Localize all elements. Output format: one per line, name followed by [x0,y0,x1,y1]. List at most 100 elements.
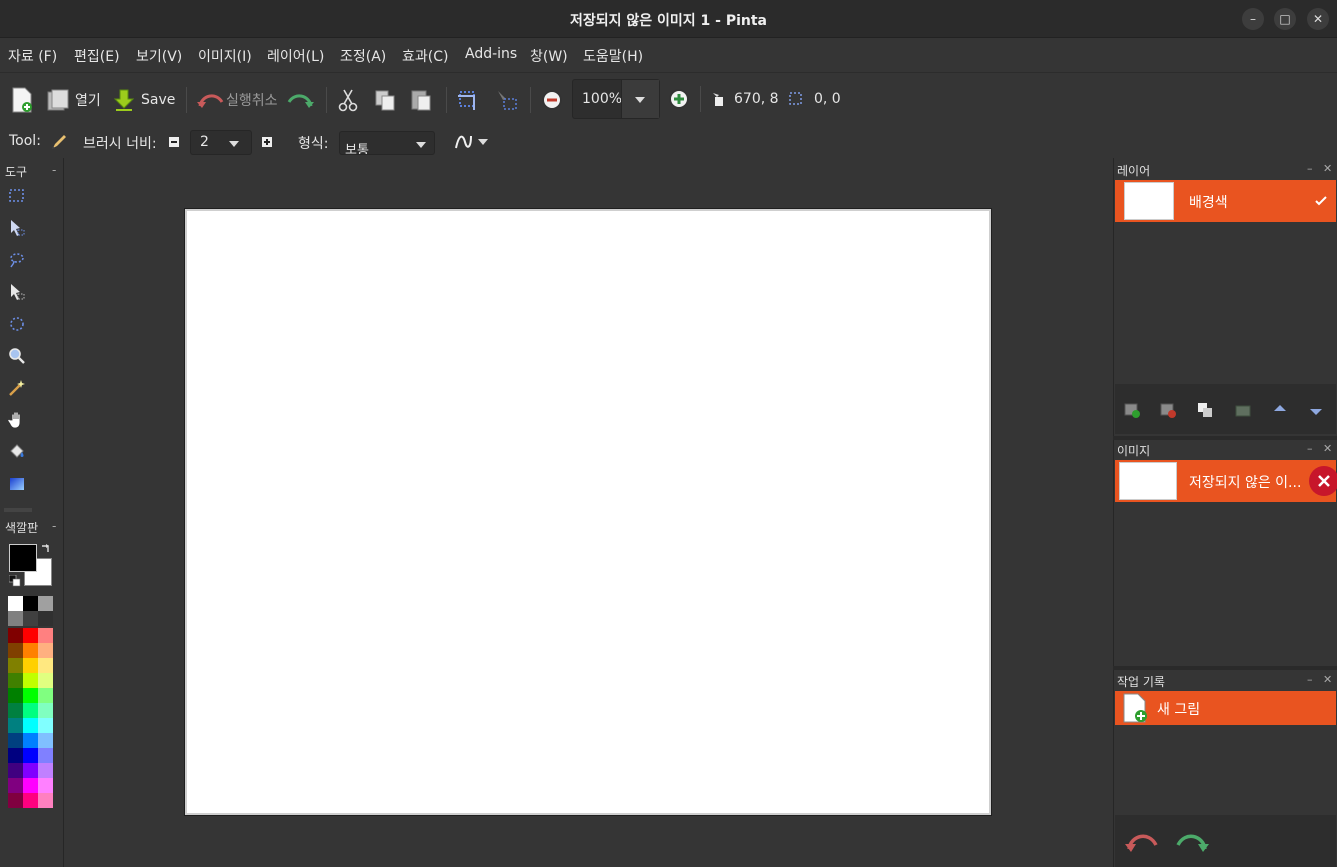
images-panel-close[interactable]: ✕ [1323,442,1332,455]
palette-swatch[interactable] [8,673,23,688]
paste-button[interactable] [410,85,432,115]
cut-button[interactable] [338,85,358,115]
save-button[interactable]: Save [114,85,175,115]
new-image-button[interactable] [11,85,33,115]
tool-button[interactable] [7,378,27,398]
open-button[interactable]: 열기 [46,85,101,115]
deselect-button[interactable] [495,85,519,115]
palette-swatch[interactable] [8,643,23,658]
palette-swatch[interactable] [23,793,38,808]
palette-swatch[interactable] [8,658,23,673]
palette-swatch[interactable] [23,748,38,763]
tool-button[interactable] [7,282,27,302]
layer-visibility-checkbox[interactable] [1312,192,1330,210]
palette-swatch[interactable] [23,703,38,718]
brush-width-decrease-button[interactable] [167,130,181,154]
history-panel-minimize[interactable]: – [1307,673,1313,686]
palette-swatch[interactable] [23,596,38,611]
tool-button[interactable] [7,218,27,238]
reset-colors-icon[interactable] [9,575,21,587]
menu-view[interactable]: 보기(V) [136,46,182,66]
palette-swatch[interactable] [8,628,23,643]
palette-swatch[interactable] [38,643,53,658]
delete-layer-icon[interactable] [1159,401,1177,419]
antialiasing-dropdown[interactable] [453,130,493,154]
palette-swatch[interactable] [23,778,38,793]
tool-button[interactable] [7,474,27,494]
move-layer-down-icon[interactable] [1307,401,1325,419]
palette-swatch[interactable] [38,611,53,626]
menu-help[interactable]: 도움말(H) [583,46,643,66]
close-window-button[interactable]: ✕ [1307,8,1329,30]
tool-button[interactable] [7,314,27,334]
tool-button[interactable] [7,442,27,462]
menu-addins[interactable]: Add-ins [465,46,517,62]
layers-panel-close[interactable]: ✕ [1323,162,1332,175]
history-redo-icon[interactable] [1175,829,1211,853]
menu-effects[interactable]: 효과(C) [402,46,448,66]
menu-file[interactable]: 자료 (F) [8,46,57,66]
palette-swatch[interactable] [23,628,38,643]
palette-swatch[interactable] [38,628,53,643]
tool-button[interactable] [7,186,27,206]
history-panel-close[interactable]: ✕ [1323,673,1332,686]
palette-swatch[interactable] [8,596,23,611]
palette-swatch[interactable] [38,596,53,611]
swap-colors-icon[interactable] [40,544,51,555]
image-row[interactable]: 저장되지 않은 이... [1115,460,1337,502]
palette-swatch[interactable] [23,643,38,658]
palette-swatch[interactable] [8,778,23,793]
merge-layer-icon[interactable] [1234,401,1252,419]
tools-panel-collapse[interactable]: - [52,163,56,177]
layer-row[interactable]: 배경색 [1115,180,1336,222]
zoom-dropdown-button[interactable] [621,80,659,118]
palette-swatch[interactable] [23,673,38,688]
paintbrush-icon[interactable] [49,132,69,152]
palette-swatch[interactable] [8,718,23,733]
brush-width-increase-button[interactable] [260,130,274,154]
menu-edit[interactable]: 편집(E) [74,46,120,66]
menu-image[interactable]: 이미지(I) [198,46,252,66]
palette-swatch[interactable] [38,673,53,688]
palette-swatch[interactable] [8,748,23,763]
zoom-combo[interactable]: 100% [572,79,660,119]
image-canvas[interactable] [184,208,992,816]
history-undo-icon[interactable] [1123,829,1159,853]
palette-swatch[interactable] [38,688,53,703]
palette-swatch[interactable] [38,763,53,778]
tool-button[interactable] [7,410,27,430]
copy-button[interactable] [374,85,396,115]
images-panel-minimize[interactable]: – [1307,442,1313,455]
palette-swatch[interactable] [38,658,53,673]
maximize-button[interactable]: □ [1274,8,1296,30]
palette-swatch[interactable] [38,703,53,718]
palette-swatch[interactable] [38,793,53,808]
palette-swatch[interactable] [38,778,53,793]
palette-swatch[interactable] [23,763,38,778]
menu-layers[interactable]: 레이어(L) [267,46,324,66]
zoom-in-button[interactable] [668,84,690,114]
undo-button[interactable]: 실행취소 [196,85,278,115]
duplicate-layer-icon[interactable] [1196,401,1214,419]
palette-swatch[interactable] [8,703,23,718]
palette-swatch[interactable] [23,611,38,626]
palette-swatch[interactable] [23,733,38,748]
tool-button[interactable] [7,250,27,270]
tools-scroll-indicator[interactable] [4,508,32,512]
redo-button[interactable] [287,85,315,115]
menu-adjustments[interactable]: 조정(A) [340,46,386,66]
palette-swatch[interactable] [8,688,23,703]
menu-window[interactable]: 창(W) [530,46,568,66]
palette-swatch[interactable] [23,658,38,673]
palette-swatch[interactable] [38,718,53,733]
history-item[interactable]: 새 그림 [1115,691,1336,725]
palette-swatch[interactable] [23,688,38,703]
primary-color-swatch[interactable] [9,544,37,572]
palette-swatch[interactable] [8,763,23,778]
palette-swatch[interactable] [38,748,53,763]
tool-button[interactable] [7,346,27,366]
brush-width-combo[interactable]: 2 [190,130,252,155]
palette-swatch[interactable] [38,733,53,748]
palette-swatch[interactable] [8,611,23,626]
close-image-icon[interactable] [1309,466,1337,496]
